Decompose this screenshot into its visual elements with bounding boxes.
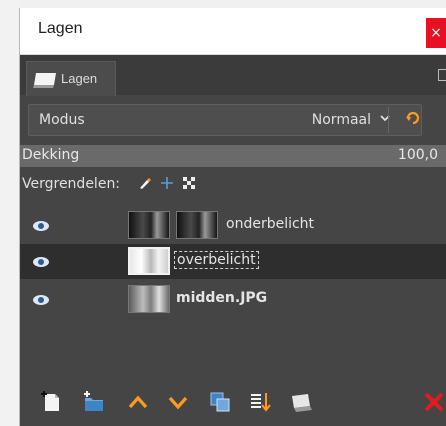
layer-name: midden.JPG — [176, 290, 268, 306]
composite-mode-icon[interactable] — [405, 110, 421, 130]
layer-thumbnail — [128, 247, 170, 275]
layer-list: onderbelicht overbelicht midden.JPG — [20, 200, 446, 370]
layer-row-selected[interactable]: overbelicht — [20, 244, 446, 279]
eye-icon[interactable] — [32, 253, 50, 267]
layer-row[interactable]: onderbelicht — [20, 208, 446, 243]
lock-pixels-icon[interactable] — [138, 176, 152, 194]
anchor-layer-icon[interactable] — [288, 390, 314, 418]
layer-name[interactable]: overbelicht — [174, 251, 259, 269]
layer-name: onderbelicht — [226, 216, 315, 232]
merge-down-icon[interactable] — [248, 390, 272, 418]
close-button[interactable]: × — [426, 18, 446, 48]
opacity-slider[interactable]: Dekking 100,0 — [20, 145, 446, 167]
tab-layers[interactable]: Lagen — [26, 61, 116, 96]
layer-toolbar — [20, 378, 446, 426]
background-edge — [0, 0, 20, 426]
new-layer-group-icon[interactable] — [82, 390, 106, 418]
mode-label: Modus — [39, 112, 85, 128]
mode-separator — [388, 107, 389, 133]
layer-mask-thumbnail — [176, 211, 218, 239]
title-bar: Lagen × — [20, 8, 446, 55]
layers-dialog: Lagen × Lagen Modus Normaal Dekking 100,… — [20, 8, 446, 426]
raise-layer-icon[interactable] — [126, 390, 150, 418]
duplicate-layer-icon[interactable] — [208, 390, 232, 418]
layers-tab-icon — [32, 69, 58, 93]
delete-layer-icon[interactable] — [422, 390, 446, 418]
mode-dropdown[interactable]: Modus Normaal — [28, 104, 422, 136]
mode-row: Modus Normaal — [20, 104, 446, 136]
lock-row: Vergrendelen: — [20, 174, 446, 198]
layer-thumbnail — [128, 285, 170, 313]
new-layer-icon[interactable] — [40, 390, 64, 418]
layer-thumbnail — [128, 211, 170, 239]
chevron-down-icon — [379, 112, 391, 127]
close-icon: × — [430, 25, 442, 41]
eye-icon[interactable] — [32, 291, 50, 305]
mode-value: Normaal — [311, 112, 371, 128]
lock-alpha-icon[interactable] — [182, 176, 196, 194]
lower-layer-icon[interactable] — [166, 390, 190, 418]
opacity-label: Dekking — [22, 147, 80, 163]
lock-position-icon[interactable] — [160, 176, 174, 194]
tab-menu-icon[interactable] — [438, 69, 446, 81]
layer-row[interactable]: midden.JPG — [20, 282, 446, 317]
tab-label: Lagen — [61, 71, 98, 86]
opacity-value: 100,0 — [397, 147, 438, 163]
eye-icon[interactable] — [32, 217, 50, 231]
lock-label: Vergrendelen: — [22, 176, 121, 192]
window-title: Lagen — [38, 20, 83, 37]
tab-strip: Lagen — [20, 55, 446, 96]
